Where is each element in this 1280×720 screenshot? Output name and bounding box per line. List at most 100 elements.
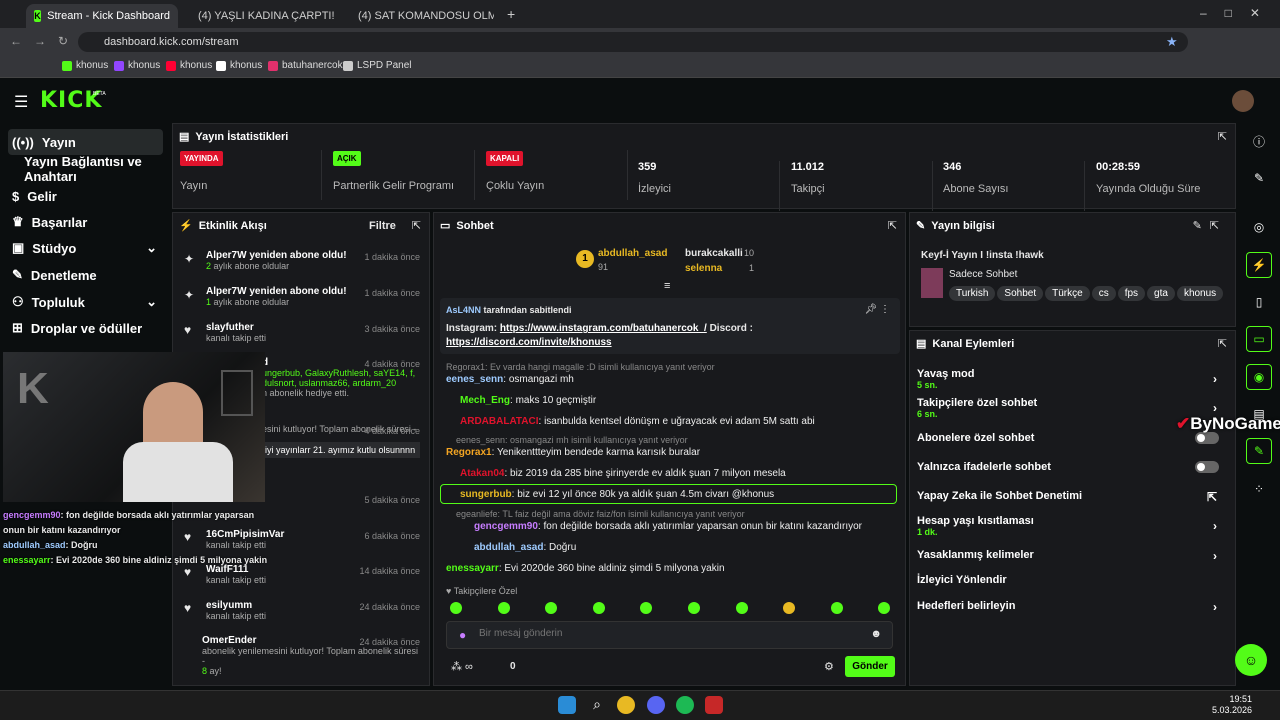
sidebar-item-stream-key[interactable]: Yayın Bağlantısı ve Anahtarı bbox=[8, 154, 163, 184]
popout-icon[interactable]: ⇱ bbox=[888, 219, 897, 232]
pinned-header: AsL4NN tarafından sabitlendi bbox=[446, 305, 572, 315]
windows-start-icon[interactable] bbox=[558, 696, 576, 714]
points-icon[interactable]: ⁂ ∞ bbox=[451, 660, 473, 673]
send-button[interactable]: Gönder bbox=[845, 656, 895, 677]
streamer-body bbox=[123, 442, 233, 502]
tab-kick-dashboard[interactable]: K Stream - Kick Dashboard bbox=[26, 4, 178, 28]
heart-icon: ♥ bbox=[184, 323, 192, 337]
instagram-link[interactable]: https://www.instagram.com/batuhanercok_/ bbox=[500, 323, 707, 334]
popout-icon[interactable]: ⇱ bbox=[1218, 337, 1227, 350]
points-count: 0 bbox=[510, 661, 516, 672]
bookmark-item[interactable]: khonus bbox=[166, 60, 212, 71]
chrome-icon[interactable] bbox=[617, 696, 635, 714]
chat-message: enessayarr: Evi 2020de 360 bine aldiniz … bbox=[446, 563, 725, 574]
pencil-icon[interactable]: ✎ bbox=[1246, 165, 1272, 191]
top-gifter-name[interactable]: burakcakalli bbox=[685, 248, 743, 259]
sidebar-item-droplar[interactable]: ⊞ Droplar ve ödüller bbox=[8, 315, 163, 341]
spotify-icon[interactable] bbox=[676, 696, 694, 714]
stat-followers: 11.012 Takipçi bbox=[791, 161, 933, 211]
sidebar-item-denetleme[interactable]: ✎ Denetleme bbox=[8, 262, 163, 288]
new-tab-button[interactable]: + bbox=[507, 6, 515, 22]
stream-category[interactable]: Sadece Sohbet bbox=[949, 269, 1017, 280]
chat-input[interactable] bbox=[479, 628, 859, 639]
bookmark-item[interactable]: khonus bbox=[216, 60, 262, 71]
sidebar-item-studyo[interactable]: ▣ Stüdyo ⌄ bbox=[8, 235, 163, 261]
broadcast-icon[interactable]: ◉ bbox=[1246, 364, 1272, 390]
action-raid[interactable]: İzleyici Yönlendir bbox=[917, 574, 1227, 586]
bookmark-star-icon[interactable]: ★ bbox=[1166, 34, 1178, 50]
support-icon[interactable]: ☺ bbox=[1235, 644, 1267, 676]
stat-multistream: KAPALI Çoklu Yayın bbox=[486, 150, 628, 200]
emote-icon[interactable] bbox=[831, 602, 843, 614]
emote-icon[interactable] bbox=[450, 602, 462, 614]
action-banned-words[interactable]: Yasaklanmış kelimeler › bbox=[917, 549, 1227, 563]
list-icon[interactable]: ▤ bbox=[1246, 401, 1272, 427]
emote-icon[interactable] bbox=[688, 602, 700, 614]
menu-icon[interactable]: ☰ bbox=[14, 92, 28, 112]
app-icon[interactable] bbox=[705, 696, 723, 714]
microphone-icon[interactable]: ● bbox=[459, 628, 466, 642]
discord-icon[interactable] bbox=[647, 696, 665, 714]
top-gifter-name[interactable]: selenna bbox=[685, 263, 722, 274]
sidebar-item-basarilar[interactable]: ♛ Başarılar bbox=[8, 209, 163, 235]
camera-icon[interactable]: ◎ bbox=[1246, 214, 1272, 240]
chat-icon[interactable]: ▭ bbox=[1246, 326, 1272, 352]
chat-message: abdullah_asad: Doğru bbox=[474, 542, 577, 553]
action-account-age[interactable]: Hesap yaşı kısıtlaması 1 dk. › bbox=[917, 515, 1227, 537]
search-icon[interactable]: ⌕ bbox=[588, 696, 606, 714]
sidebar-item-gelir[interactable]: $ Gelir bbox=[8, 183, 163, 209]
emote-icon[interactable] bbox=[736, 602, 748, 614]
toggle-switch[interactable] bbox=[1195, 461, 1219, 473]
stat-viewers: 359 İzleyici bbox=[638, 161, 780, 211]
overlay-chat: gencgemm90: fon değilde borsada aklı yat… bbox=[3, 510, 268, 565]
action-ai-moderation[interactable]: Yapay Zeka ile Sohbet Denetimi ⇱ bbox=[917, 490, 1227, 504]
wrench-icon[interactable]: ✎ bbox=[1246, 438, 1272, 464]
top-gifter-name[interactable]: abdullah_asad bbox=[598, 248, 667, 259]
chat-message: Atakan04: biz 2019 da 285 bine şirinyerd… bbox=[460, 468, 786, 479]
pin-icon[interactable]: 📌︎ ⋮ bbox=[865, 304, 890, 315]
lightning-icon: ⚡ bbox=[179, 220, 193, 232]
sidebar-item-topluluk[interactable]: ⚇ Topluluk ⌄ bbox=[8, 289, 163, 315]
filter-button[interactable]: Filtre bbox=[369, 220, 396, 232]
gear-icon[interactable]: ⚙ bbox=[824, 660, 834, 673]
edit-popout-icons[interactable]: ✎⇱ bbox=[1193, 219, 1227, 232]
collapse-icon[interactable]: ≡ bbox=[664, 280, 670, 292]
stream-tags: Turkish Sohbet Türkçe cs fps gta khonus bbox=[949, 285, 1225, 301]
activity-event: d ungerbub, GalaxyRuthlesh, saYE14, f, du… bbox=[262, 357, 420, 398]
bookmark-item[interactable]: khonus bbox=[114, 60, 160, 71]
emote-icon[interactable] bbox=[878, 602, 890, 614]
action-slow-mode[interactable]: Yavaş mod 5 sn. › bbox=[917, 368, 1227, 390]
emote-icon[interactable] bbox=[593, 602, 605, 614]
emote-icon[interactable] bbox=[545, 602, 557, 614]
bookmark-item[interactable]: khonus bbox=[62, 60, 108, 71]
action-goals[interactable]: Hedefleri belirleyin › bbox=[917, 600, 1227, 614]
avatar[interactable] bbox=[1232, 90, 1254, 112]
emote-icon[interactable] bbox=[640, 602, 652, 614]
emoji-icon[interactable]: ☻ bbox=[870, 628, 882, 640]
popout-icon[interactable]: ⇱ bbox=[1218, 130, 1227, 143]
window-controls[interactable]: –□✕ bbox=[1200, 6, 1278, 20]
bookmark-item[interactable]: LSPD Panel bbox=[343, 60, 411, 71]
action-emotes-only[interactable]: Yalnızca ifadelerle sohbet bbox=[917, 461, 1227, 473]
tab-youtube-1[interactable]: (4) YAŞLI KADINA ÇARPTI! Türki bbox=[184, 4, 334, 28]
emote-icon[interactable] bbox=[498, 602, 510, 614]
discord-link[interactable]: https://discord.com/invite/khonuss bbox=[446, 337, 612, 348]
document-icon[interactable]: ▯ bbox=[1246, 289, 1272, 315]
kick-favicon-icon: K bbox=[34, 10, 42, 22]
kick-header bbox=[0, 80, 1280, 122]
popout-icon[interactable]: ⇱ bbox=[412, 219, 421, 232]
lightning-icon[interactable]: ⚡ bbox=[1246, 252, 1272, 278]
info-icon[interactable]: ⓘ bbox=[1246, 128, 1272, 154]
chat-message: sungerbub: biz evi 12 yıl önce 80k ya al… bbox=[460, 489, 775, 500]
url-field[interactable]: dashboard.kick.com/stream bbox=[78, 32, 1188, 52]
bookmark-item[interactable]: batuhanercok bbox=[268, 60, 343, 71]
bookmarks-bar: khonus khonus khonus khonus batuhanercok… bbox=[0, 56, 1280, 78]
clock[interactable]: 19:51 5.03.2026 bbox=[1212, 694, 1252, 716]
emote-icon[interactable] bbox=[783, 602, 795, 614]
chevron-right-icon: › bbox=[1213, 372, 1217, 386]
dots-icon[interactable]: ⁘ bbox=[1246, 476, 1272, 502]
nav-buttons[interactable]: ←→↻ bbox=[10, 34, 80, 48]
tab-youtube-2[interactable]: (4) SAT KOMANDOSU OLMAYI bbox=[344, 4, 494, 28]
chat-reply-context: eenes_senn: osmangazi mh isimli kullanıc… bbox=[456, 435, 688, 445]
sidebar-item-yayin[interactable]: ((•)) Yayın bbox=[8, 129, 163, 155]
